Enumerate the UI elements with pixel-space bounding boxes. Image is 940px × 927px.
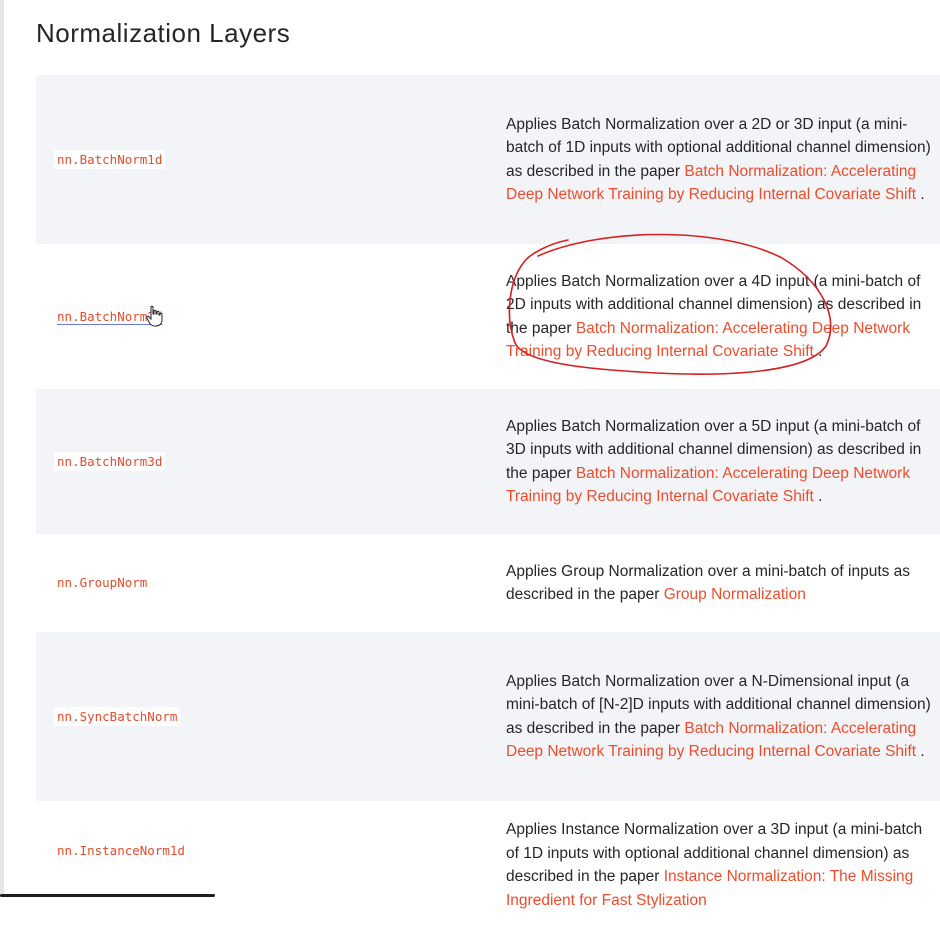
- left-page-border: [0, 0, 4, 897]
- hand-pointer-icon: [145, 305, 165, 327]
- description-cell: Applies Batch Normalization over a 4D in…: [506, 270, 940, 364]
- name-cell: nn.GroupNorm: [36, 574, 506, 592]
- description-cell: Applies Batch Normalization over a N-Dim…: [506, 670, 940, 764]
- description-suffix: .: [916, 743, 925, 760]
- name-cell: nn.BatchNorm1d: [36, 151, 506, 169]
- layer-name-link[interactable]: nn.SyncBatchNorm: [54, 707, 180, 726]
- layer-name-link[interactable]: nn.InstanceNorm1d: [54, 841, 188, 860]
- table-row: nn.GroupNorm Applies Group Normalization…: [36, 534, 940, 632]
- table-row: nn.SyncBatchNorm Applies Batch Normaliza…: [36, 632, 940, 801]
- paper-link[interactable]: Group Normalization: [664, 586, 806, 603]
- description-cell: Applies Group Normalization over a mini-…: [506, 560, 940, 607]
- layer-name-link[interactable]: nn.BatchNorm3d: [54, 452, 165, 471]
- layer-name-link[interactable]: nn.GroupNorm: [54, 573, 150, 592]
- table-row: nn.InstanceNorm1d Applies Instance Norma…: [36, 801, 940, 927]
- page-title: Normalization Layers: [36, 18, 290, 49]
- description-suffix: .: [916, 186, 925, 203]
- name-cell: nn.InstanceNorm1d: [36, 818, 506, 860]
- description-cell: Applies Batch Normalization over a 5D in…: [506, 415, 940, 509]
- description-cell: Applies Instance Normalization over a 3D…: [506, 818, 940, 912]
- name-cell: nn.BatchNorm2d: [36, 308, 506, 326]
- layer-name-link[interactable]: nn.BatchNorm1d: [54, 150, 165, 169]
- description-cell: Applies Batch Normalization over a 2D or…: [506, 113, 940, 207]
- name-cell: nn.SyncBatchNorm: [36, 708, 506, 726]
- description-suffix: .: [814, 488, 823, 505]
- description-suffix: .: [814, 343, 823, 360]
- table-row: nn.BatchNorm3d Applies Batch Normalizati…: [36, 389, 940, 534]
- table-row: nn.BatchNorm2d Applies Batch Normalizati…: [36, 244, 940, 389]
- table-row: nn.BatchNorm1d Applies Batch Normalizati…: [36, 75, 940, 244]
- name-cell: nn.BatchNorm3d: [36, 453, 506, 471]
- normalization-layers-table: nn.BatchNorm1d Applies Batch Normalizati…: [36, 75, 940, 927]
